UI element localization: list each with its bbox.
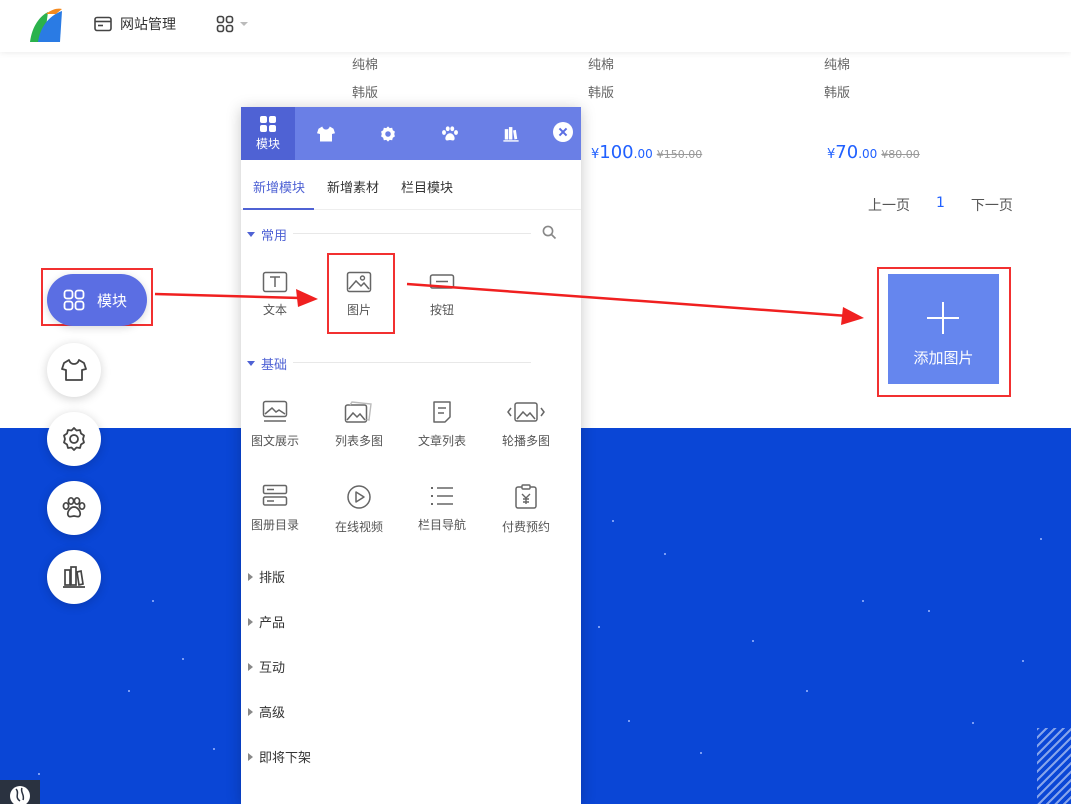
seo-button[interactable]	[47, 481, 101, 535]
paid-booking-icon	[515, 484, 537, 509]
module-panel: 模块 新增模块 新增素材 栏目模块 常用 文本 图片 按钮 基础 图文展示 列表…	[241, 107, 581, 804]
highlight-frame	[327, 253, 395, 334]
corner-widget[interactable]	[0, 780, 40, 804]
album-icon	[262, 484, 288, 506]
section-deprecated-header[interactable]: 即将下架	[247, 747, 311, 766]
caret-right-icon	[248, 617, 253, 626]
tab-seo[interactable]	[423, 107, 477, 160]
tab-modules-label: 模块	[255, 137, 280, 151]
site-manage-menu[interactable]: 网站管理	[94, 14, 176, 34]
gear-icon	[381, 125, 395, 142]
video-icon	[347, 485, 371, 509]
caret-right-icon	[248, 752, 253, 761]
caret-down-icon	[247, 232, 255, 237]
grid-icon	[216, 15, 234, 33]
paw-icon	[442, 125, 458, 140]
module-button[interactable]: 模块	[47, 274, 147, 326]
product-price: ¥70.00 ¥80.00	[827, 142, 920, 163]
settings-button[interactable]	[47, 412, 101, 466]
prev-page-link[interactable]: 上一页	[868, 195, 910, 215]
caret-down-icon	[240, 22, 248, 26]
paw-icon	[62, 496, 86, 518]
section-products-header[interactable]: 产品	[247, 612, 285, 631]
tab-library[interactable]	[484, 107, 538, 160]
carousel-icon	[507, 402, 545, 422]
module-article-list[interactable]: 文章列表	[407, 392, 477, 462]
module-image-text[interactable]: 图文展示	[240, 392, 310, 462]
section-common-header[interactable]: 常用	[247, 225, 287, 244]
section-layout-header[interactable]: 排版	[247, 567, 285, 586]
globe-icon	[10, 786, 30, 804]
module-paid-booking[interactable]: 付费预约	[491, 476, 561, 546]
price-int: 70	[835, 142, 859, 163]
tab-modules[interactable]: 模块	[241, 107, 295, 160]
price-int: 100	[599, 142, 634, 163]
shirt-icon	[61, 359, 87, 381]
app-grid-menu[interactable]	[216, 15, 248, 33]
books-icon	[63, 566, 85, 588]
add-image-button[interactable]: 添加图片	[888, 274, 999, 384]
module-column-nav[interactable]: 栏目导航	[407, 476, 477, 546]
panel-subtabs: 新增模块 新增素材 栏目模块	[241, 160, 581, 210]
nav-list-icon	[431, 487, 453, 505]
add-image-label: 添加图片	[913, 349, 974, 367]
product-style: 韩版	[824, 86, 851, 101]
site-manage-label: 网站管理	[120, 17, 176, 33]
module-button[interactable]: 按钮	[407, 263, 477, 333]
subtab-column-module[interactable]: 栏目模块	[401, 177, 453, 196]
caret-right-icon	[248, 662, 253, 671]
product-material: 纯棉	[352, 58, 379, 73]
subtab-new-module[interactable]: 新增模块	[253, 177, 305, 196]
gear-icon	[63, 427, 85, 451]
theme-button[interactable]	[47, 343, 101, 397]
browser-icon	[94, 16, 112, 32]
product-material: 纯棉	[588, 58, 615, 73]
text-icon	[262, 271, 288, 293]
tab-settings[interactable]	[361, 107, 415, 160]
panel-tabbar: 模块	[241, 107, 581, 160]
library-button[interactable]	[47, 550, 101, 604]
close-icon[interactable]	[553, 122, 573, 142]
price-dec: .00	[858, 147, 878, 161]
old-price: ¥150.00	[656, 148, 703, 161]
product-material: 纯棉	[824, 58, 851, 73]
product-style: 韩版	[352, 86, 379, 101]
shirt-icon	[317, 126, 335, 141]
top-bar: 网站管理	[0, 0, 1071, 52]
grid-icon	[63, 289, 85, 311]
old-price: ¥80.00	[881, 148, 920, 161]
books-icon	[503, 126, 519, 142]
grid-icon	[260, 116, 276, 132]
article-icon	[433, 401, 451, 423]
button-icon	[429, 274, 455, 289]
section-basic-header[interactable]: 基础	[247, 354, 287, 373]
caret-down-icon	[247, 361, 255, 366]
section-interactive-header[interactable]: 互动	[247, 657, 285, 676]
module-carousel[interactable]: 轮播多图	[491, 392, 561, 462]
tab-theme[interactable]	[299, 107, 353, 160]
subtab-new-material[interactable]: 新增素材	[327, 177, 379, 196]
logo-icon[interactable]	[26, 6, 66, 44]
decorative-stripes	[1037, 728, 1071, 804]
multi-image-icon	[344, 401, 372, 423]
product-price: ¥100.00 ¥150.00	[591, 142, 702, 163]
module-button-label: 模块	[97, 291, 128, 310]
module-multi-image[interactable]: 列表多图	[324, 392, 394, 462]
price-dec: .00	[633, 147, 653, 161]
module-album[interactable]: 图册目录	[240, 476, 310, 546]
module-video[interactable]: 在线视频	[324, 476, 394, 546]
caret-right-icon	[248, 572, 253, 581]
search-icon[interactable]	[542, 225, 557, 240]
module-text[interactable]: 文本	[240, 263, 310, 333]
pagination: 上一页 1 下一页	[868, 195, 1013, 215]
image-text-icon	[262, 400, 288, 422]
section-advanced-header[interactable]: 高级	[247, 702, 285, 721]
product-style: 韩版	[588, 86, 615, 101]
caret-right-icon	[248, 707, 253, 716]
next-page-link[interactable]: 下一页	[971, 195, 1013, 215]
current-page[interactable]: 1	[936, 195, 945, 215]
